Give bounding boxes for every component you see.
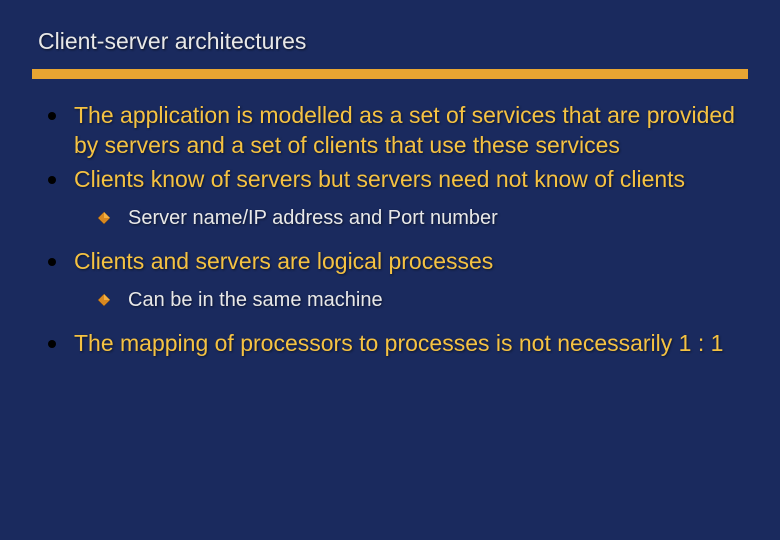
bullet-dot-icon [48,258,56,266]
bullet-item: Clients and servers are logical processe… [42,247,738,277]
sub-bullet-text: Can be in the same machine [128,287,383,313]
title-divider [32,69,748,79]
bullet-text: Clients and servers are logical processe… [74,247,493,277]
slide-header: Client-server architectures [0,0,780,79]
sub-bullet-text: Server name/IP address and Port number [128,205,498,231]
bullet-dot-icon [48,112,56,120]
sub-bullet-item: Server name/IP address and Port number [98,205,738,231]
bullet-text: The application is modelled as a set of … [74,101,738,161]
slide-title: Client-server architectures [38,28,742,55]
bullet-dot-icon [48,176,56,184]
diamond-icon [98,211,110,223]
bullet-text: The mapping of processors to processes i… [74,329,723,359]
slide-content: The application is modelled as a set of … [0,79,780,358]
bullet-item: The application is modelled as a set of … [42,101,738,161]
bullet-dot-icon [48,340,56,348]
bullet-item: Clients know of servers but servers need… [42,165,738,195]
sub-bullet-item: Can be in the same machine [98,287,738,313]
bullet-text: Clients know of servers but servers need… [74,165,685,195]
bullet-item: The mapping of processors to processes i… [42,329,738,359]
diamond-icon [98,293,110,305]
